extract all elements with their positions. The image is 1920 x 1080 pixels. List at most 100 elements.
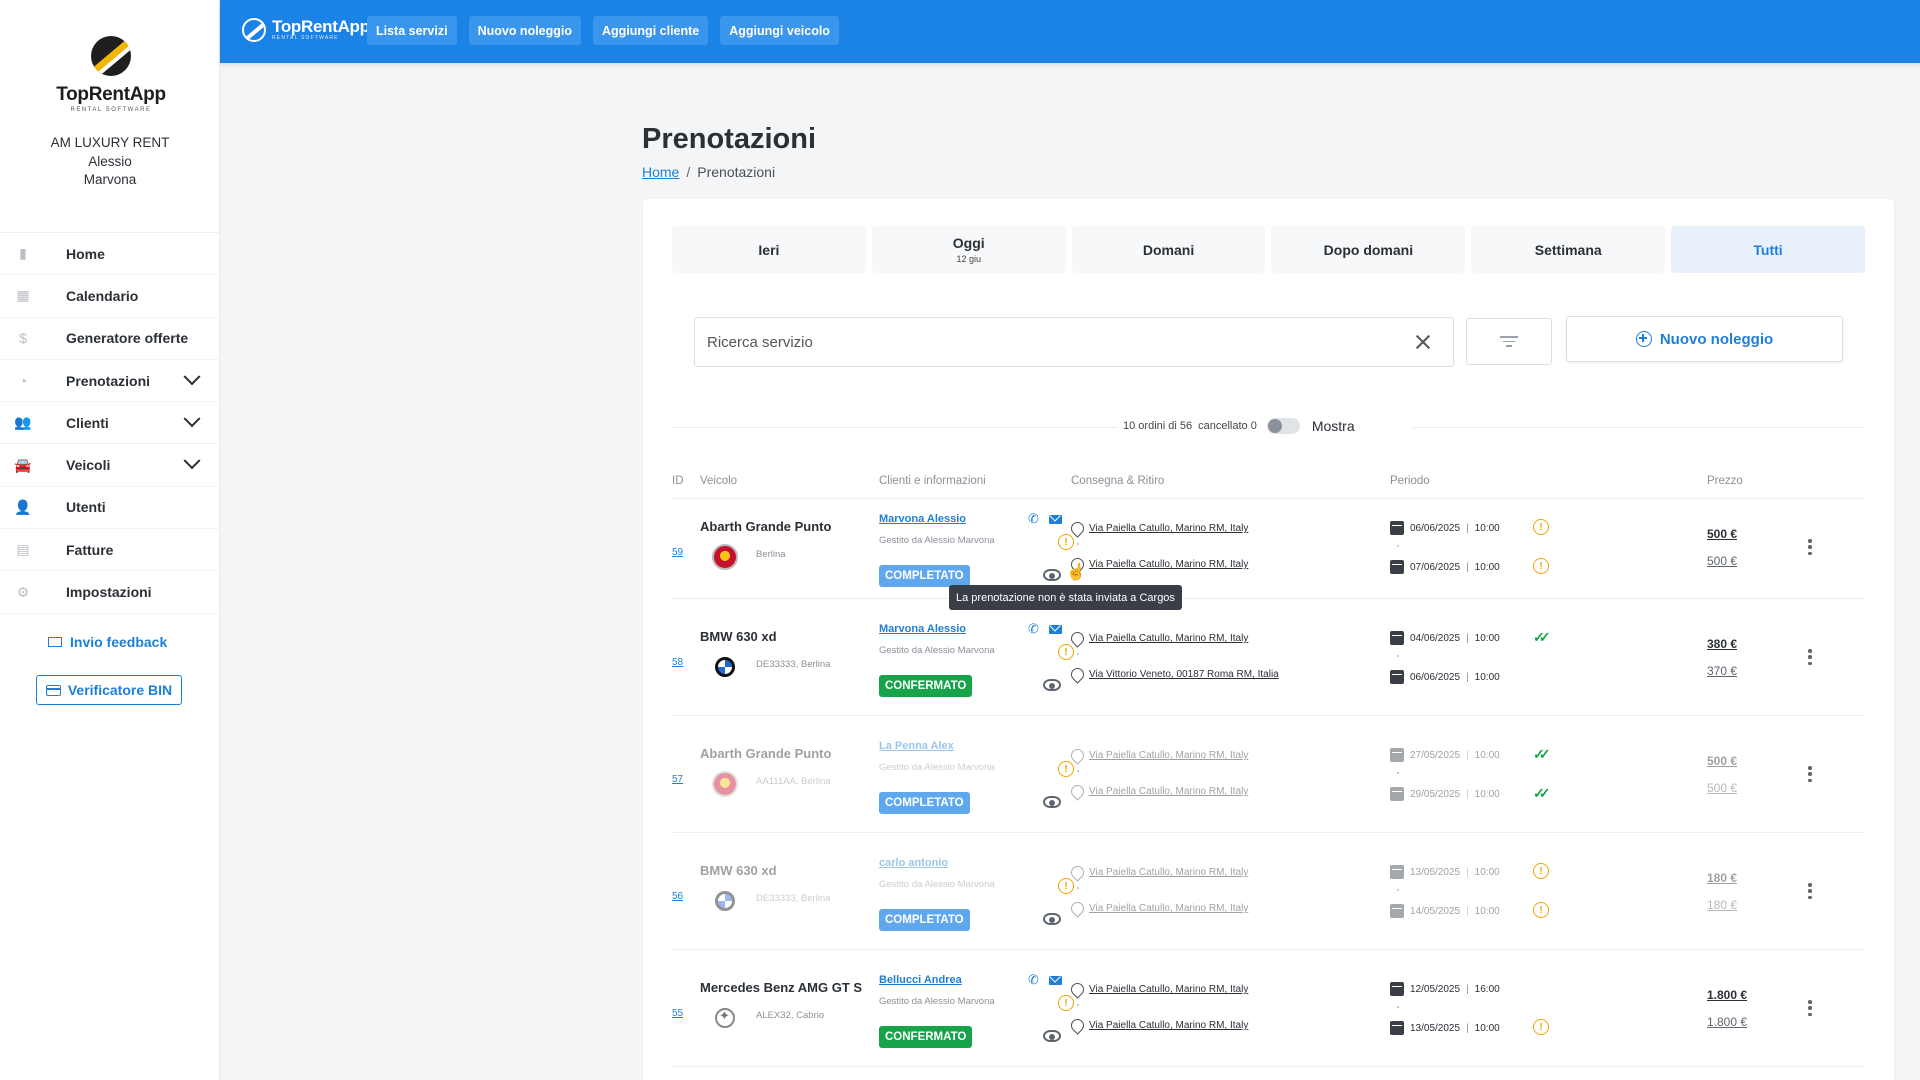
sidebar-item-generatore-offerte[interactable]: $ Generatore offerte: [0, 318, 220, 360]
client-name-link[interactable]: La Penna Alex: [879, 740, 954, 752]
more-options-icon[interactable]: [1808, 883, 1812, 899]
add-vehicle-button[interactable]: Aggiungi veicolo: [720, 16, 839, 45]
tab-oggi[interactable]: Oggi 12 giu: [871, 226, 1066, 273]
booking-id-link[interactable]: 55: [672, 1008, 683, 1019]
price-secondary-link[interactable]: 500 €: [1707, 554, 1737, 568]
more-options-icon[interactable]: [1808, 539, 1812, 555]
add-customer-button[interactable]: Aggiungi cliente: [593, 16, 709, 45]
table-row[interactable]: 58 BMW 630 xd DE33333, Berlina Marvona A…: [672, 599, 1865, 716]
phone-icon[interactable]: ✆: [1028, 972, 1039, 988]
sidebar-item-fatture[interactable]: ▤ Fatture: [0, 529, 220, 572]
cargos-warning-icon[interactable]: !: [1058, 644, 1074, 660]
price-secondary-link[interactable]: 1.800 €: [1707, 1015, 1747, 1029]
booking-id-link[interactable]: 59: [672, 547, 683, 558]
mail-icon[interactable]: [1049, 515, 1062, 524]
price-secondary-link[interactable]: 180 €: [1707, 898, 1737, 912]
show-cancelled-toggle[interactable]: [1266, 418, 1300, 434]
eye-icon[interactable]: [1043, 1030, 1061, 1042]
price-secondary-link[interactable]: 370 €: [1707, 664, 1737, 678]
more-options-icon[interactable]: [1808, 766, 1812, 782]
price-total-link[interactable]: 380 €: [1707, 637, 1737, 651]
client-name-link[interactable]: Marvona Alessio: [879, 513, 966, 525]
app-logo[interactable]: TopRentApp RENTAL SOFTWARE: [56, 36, 166, 113]
chevron-down-icon[interactable]: [183, 452, 201, 470]
cargos-warning-icon[interactable]: !: [1058, 995, 1074, 1011]
search-field[interactable]: Ricerca servizio: [694, 317, 1454, 367]
table-row[interactable]: 55 Mercedes Benz AMG GT S ALEX32, Cabrio…: [672, 950, 1865, 1067]
price-total-link[interactable]: 1.800 €: [1707, 988, 1747, 1002]
cargos-warning-icon[interactable]: !: [1058, 878, 1074, 894]
booking-id-link[interactable]: 58: [672, 657, 683, 668]
calendar-icon: [1390, 982, 1404, 996]
return-address-link[interactable]: Via Paiella Catullo, Marino RM, Italy: [1068, 555, 1248, 574]
cargos-warning-icon[interactable]: !: [1058, 534, 1074, 550]
bin-verifier-button[interactable]: Verificatore BIN: [36, 675, 182, 705]
eye-icon[interactable]: [1043, 569, 1061, 581]
return-address-link[interactable]: Via Vittorio Veneto, 00187 Roma RM, Ital…: [1068, 665, 1279, 684]
table-row[interactable]: 59 Abarth Grande Punto Berlina Marvona A…: [672, 499, 1865, 599]
delivery-address-link[interactable]: Via Paiella Catullo, Marino RM, Italy: [1068, 629, 1248, 648]
price-total-link[interactable]: 180 €: [1707, 871, 1737, 885]
return-address-link[interactable]: Via Paiella Catullo, Marino RM, Italy: [1068, 1016, 1248, 1035]
price-secondary-link[interactable]: 500 €: [1707, 781, 1737, 795]
sidebar-item-clienti[interactable]: 👥 Clienti: [0, 402, 220, 445]
client-name-link[interactable]: Bellucci Andrea: [879, 974, 962, 986]
price-total-link[interactable]: 500 €: [1707, 527, 1737, 541]
sidebar-nav: ▮ Home ▦ Calendario $ Generatore offerte…: [0, 232, 220, 614]
sidebar-item-veicoli[interactable]: 🚘 Veicoli: [0, 444, 220, 487]
filter-button[interactable]: [1466, 318, 1552, 365]
delivery-address-link[interactable]: Via Paiella Catullo, Marino RM, Italy: [1068, 980, 1248, 999]
tab-ieri[interactable]: Ieri: [672, 226, 866, 273]
delivery-address-link[interactable]: Via Paiella Catullo, Marino RM, Italy: [1068, 746, 1248, 765]
feedback-link[interactable]: Invio feedback: [48, 634, 167, 650]
warning-icon[interactable]: !: [1533, 902, 1549, 918]
service-list-button[interactable]: Lista servizi: [367, 16, 457, 45]
sidebar-item-prenotazioni[interactable]: ◔ Prenotazioni: [0, 360, 220, 403]
delivery-address-link[interactable]: Via Paiella Catullo, Marino RM, Italy: [1068, 863, 1248, 882]
table-row[interactable]: 56 BMW 630 xd DE33333, Berlina carlo ant…: [672, 833, 1865, 950]
sidebar-item-utenti[interactable]: 👤 Utenti: [0, 487, 220, 530]
eye-icon[interactable]: [1043, 679, 1061, 691]
warning-icon[interactable]: !: [1533, 558, 1549, 574]
new-rental-top-button[interactable]: Nuovo noleggio: [468, 16, 582, 45]
sidebar-item-impostazioni[interactable]: ⚙ Impostazioni: [0, 571, 220, 614]
phone-icon[interactable]: ✆: [1028, 511, 1039, 527]
return-address-link[interactable]: Via Paiella Catullo, Marino RM, Italy: [1068, 899, 1248, 918]
phone-icon[interactable]: ✆: [1028, 621, 1039, 637]
client-name-link[interactable]: Marvona Alessio: [879, 623, 966, 635]
more-options-icon[interactable]: [1808, 1000, 1812, 1016]
tab-tutti[interactable]: Tutti: [1671, 226, 1865, 273]
warning-icon[interactable]: !: [1533, 1019, 1549, 1035]
managed-by: Gestito da Alessio Marvona: [879, 879, 995, 890]
header-client: Clienti e informazioni: [879, 475, 986, 487]
route-dot: [1077, 887, 1079, 889]
delivery-address-link[interactable]: Via Paiella Catullo, Marino RM, Italy: [1068, 519, 1248, 538]
warning-icon[interactable]: !: [1533, 863, 1549, 879]
booking-id-link[interactable]: 57: [672, 774, 683, 785]
price-total-link[interactable]: 500 €: [1707, 754, 1737, 768]
user-last-name: Marvona: [83, 172, 137, 187]
eye-icon[interactable]: [1043, 796, 1061, 808]
tab-dopo-domani[interactable]: Dopo domani: [1271, 226, 1466, 273]
envelope-icon: [48, 637, 62, 647]
sidebar-item-calendario[interactable]: ▦ Calendario: [0, 275, 220, 318]
new-rental-button[interactable]: Nuovo noleggio: [1566, 316, 1843, 362]
warning-icon[interactable]: !: [1533, 519, 1549, 535]
sidebar-item-home[interactable]: ▮ Home: [0, 233, 220, 276]
clear-search-icon[interactable]: [1415, 334, 1431, 350]
breadcrumb-home-link[interactable]: Home: [642, 164, 679, 180]
chevron-down-icon[interactable]: [183, 410, 201, 428]
tab-settimana[interactable]: Settimana: [1471, 226, 1666, 273]
chevron-down-icon[interactable]: [183, 367, 201, 385]
mail-icon[interactable]: [1049, 625, 1062, 634]
return-address-link[interactable]: Via Paiella Catullo, Marino RM, Italy: [1068, 782, 1248, 801]
eye-icon[interactable]: [1043, 913, 1061, 925]
tab-domani[interactable]: Domani: [1071, 226, 1266, 273]
cargos-warning-icon[interactable]: !: [1058, 761, 1074, 777]
topbar-logo[interactable]: TopRentApp RENTAL SOFTWARE: [242, 18, 370, 42]
mail-icon[interactable]: [1049, 976, 1062, 985]
table-row[interactable]: 57 Abarth Grande Punto AA111AA, Berlina …: [672, 716, 1865, 833]
more-options-icon[interactable]: [1808, 649, 1812, 665]
booking-id-link[interactable]: 56: [672, 891, 683, 902]
client-name-link[interactable]: carlo antonio: [879, 857, 948, 869]
